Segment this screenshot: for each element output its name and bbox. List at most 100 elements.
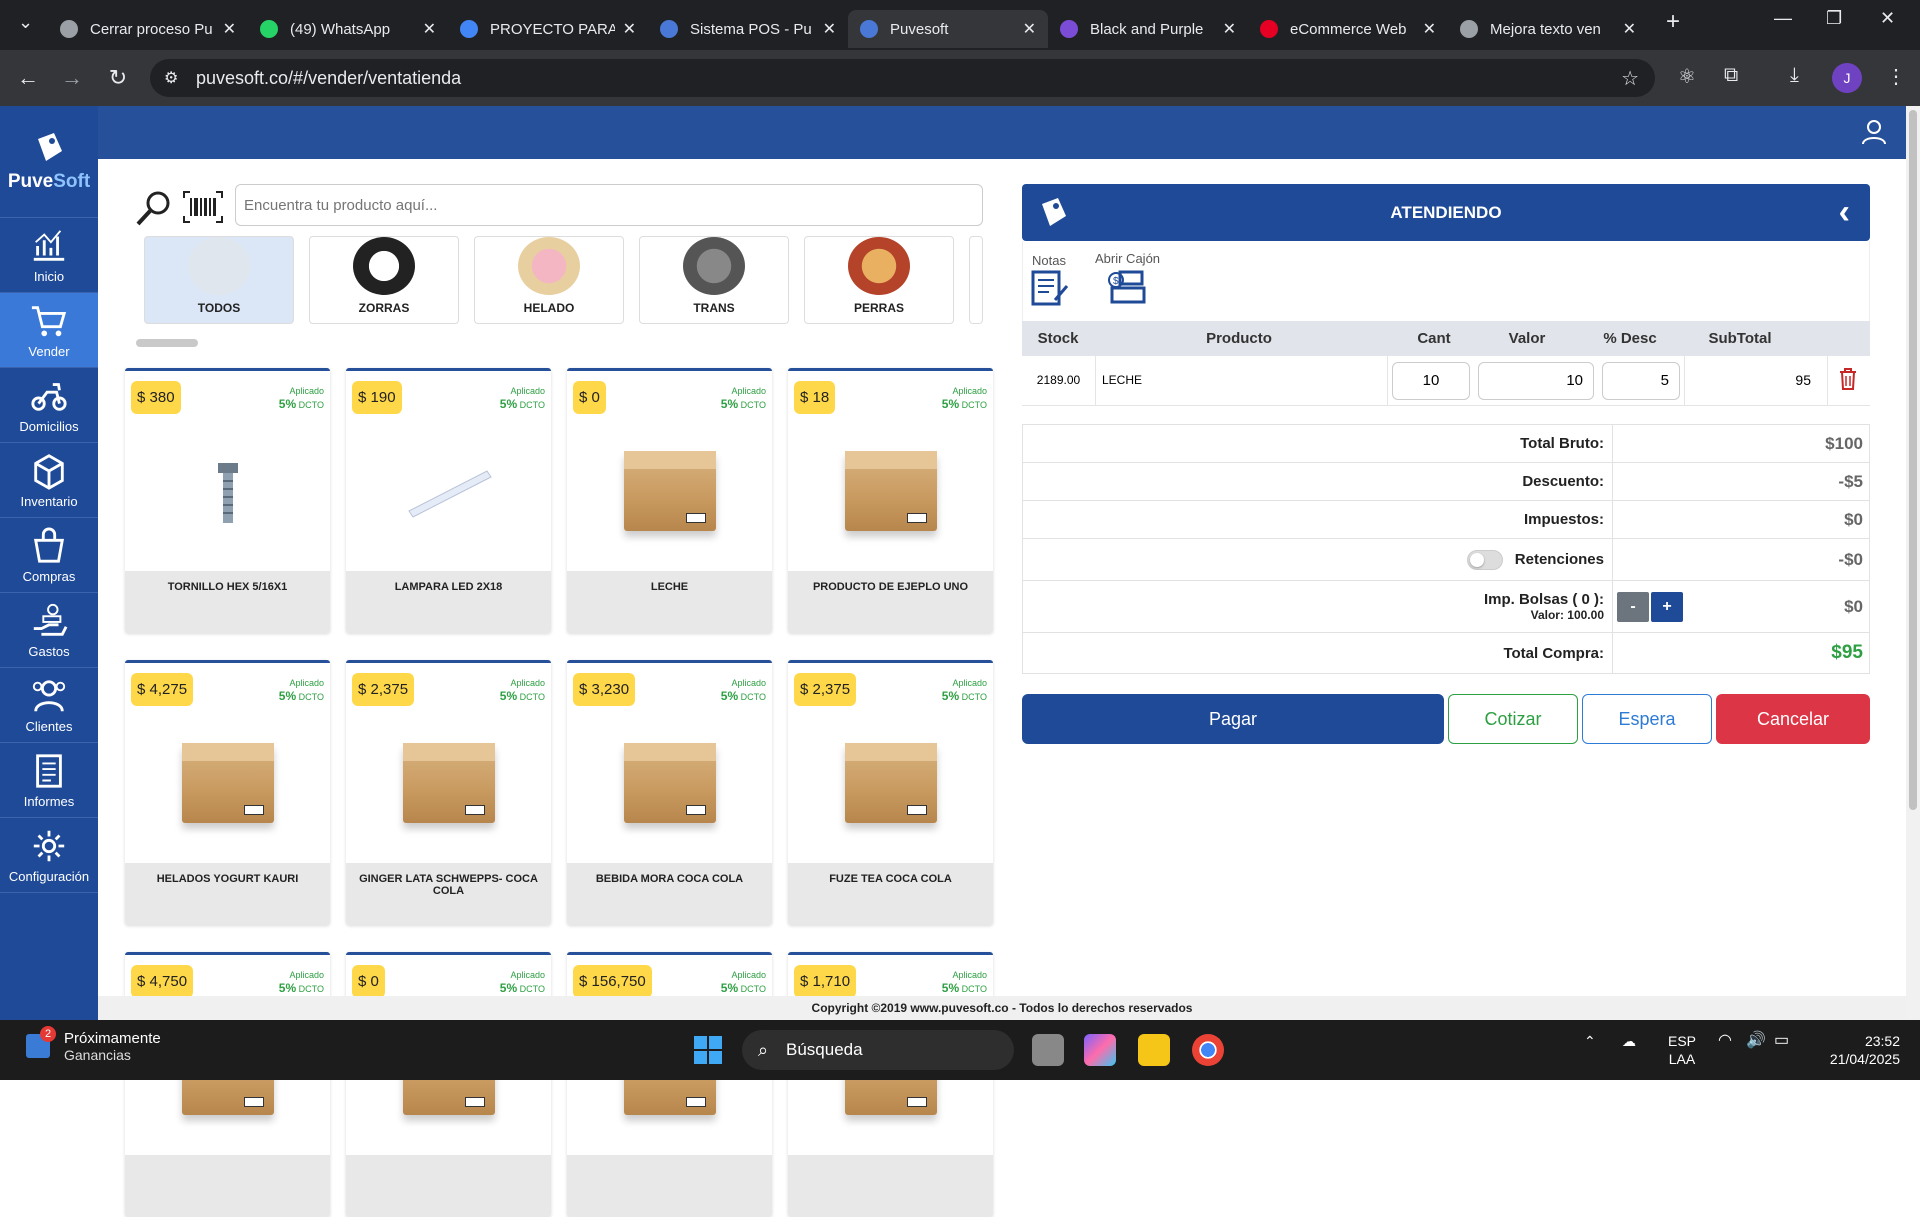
- category-scrollbar[interactable]: [136, 339, 198, 347]
- menu-dots-icon[interactable]: ⋮: [1886, 64, 1906, 89]
- sidebar-item-clientes[interactable]: Clientes: [0, 668, 98, 743]
- bags-minus-button[interactable]: -: [1617, 591, 1649, 622]
- open-drawer-button[interactable]: Abrir Cajón $: [1095, 251, 1160, 309]
- back-icon[interactable]: ←: [6, 65, 50, 91]
- product-card[interactable]: $ 4,750 Aplicado 5% DCTO: [125, 952, 330, 1217]
- forward-icon[interactable]: →: [50, 65, 94, 91]
- qty-input[interactable]: 10: [1392, 361, 1470, 400]
- product-card[interactable]: $ 1,710 Aplicado 5% DCTO: [788, 952, 993, 1217]
- product-card[interactable]: $ 4,275 Aplicado 5% DCTO HELADOS YOGURT KAU…: [125, 660, 330, 925]
- cloud-icon[interactable]: ☁: [1622, 1032, 1636, 1050]
- value-input[interactable]: 10: [1478, 361, 1594, 400]
- address-bar[interactable]: ⚙ puvesoft.co/#/vender/ventatienda ☆: [150, 59, 1655, 97]
- discount-input[interactable]: 5: [1602, 361, 1680, 400]
- extension-icon[interactable]: ⚛: [1678, 64, 1696, 89]
- minimize-icon[interactable]: —: [1774, 8, 1792, 29]
- close-icon[interactable]: ✕: [1623, 19, 1636, 39]
- close-icon[interactable]: ✕: [223, 19, 236, 39]
- sidebar-item-label: Inventario: [20, 493, 78, 509]
- close-icon[interactable]: ✕: [423, 19, 436, 39]
- product-search-input[interactable]: [235, 184, 983, 226]
- volume-icon[interactable]: 🔊: [1746, 1032, 1766, 1050]
- battery-icon[interactable]: ▭: [1774, 1032, 1789, 1050]
- browser-tab[interactable]: eCommerce Web ✕: [1248, 10, 1448, 48]
- product-card[interactable]: $ 18 Aplicado 5% DCTO PRODUCTO DE EJEPLO UN…: [788, 368, 993, 633]
- retention-toggle[interactable]: [1466, 549, 1503, 570]
- browser-tab[interactable]: Puvesoft ✕: [848, 10, 1048, 48]
- close-icon[interactable]: ✕: [1423, 19, 1436, 39]
- close-icon[interactable]: ✕: [623, 19, 636, 39]
- quote-button[interactable]: Cotizar: [1448, 694, 1578, 744]
- wifi-icon[interactable]: ◠: [1718, 1032, 1732, 1050]
- trash-icon[interactable]: [1828, 368, 1868, 393]
- category-perras[interactable]: PERRAS: [804, 236, 954, 324]
- clock-date: 21/04/2025: [1829, 1051, 1900, 1067]
- pay-button[interactable]: Pagar: [1022, 694, 1444, 744]
- category-todos[interactable]: TODOS: [144, 236, 294, 324]
- sidebar-item-domicilios[interactable]: Domicilios: [0, 368, 98, 443]
- chevron-left-icon[interactable]: ‹: [1839, 184, 1850, 241]
- file-explorer-icon[interactable]: [1138, 1034, 1170, 1066]
- browser-tab[interactable]: Mejora texto ven ✕: [1448, 10, 1648, 48]
- close-icon[interactable]: ✕: [1023, 19, 1036, 39]
- chrome-icon[interactable]: [1192, 1034, 1224, 1066]
- site-info-icon[interactable]: ⚙: [164, 68, 178, 88]
- product-card[interactable]: $ 2,375 Aplicado 5% DCTO GINGER LATA SCHWEP…: [346, 660, 551, 925]
- barcode-icon[interactable]: [182, 190, 224, 224]
- product-card[interactable]: $ 3,230 Aplicado 5% DCTO BEBIDA MORA COCA C…: [567, 660, 772, 925]
- cancel-button[interactable]: Cancelar: [1716, 694, 1870, 744]
- product-card[interactable]: $ 190 Aplicado 5% DCTO LAMPARA LED 2X18: [346, 368, 551, 633]
- bags-plus-button[interactable]: +: [1651, 591, 1683, 622]
- new-tab-icon[interactable]: +: [1666, 8, 1680, 36]
- language-indicator[interactable]: ESP LAA: [1668, 1032, 1696, 1068]
- category-partial[interactable]: [969, 236, 983, 324]
- reload-icon[interactable]: ↻: [96, 65, 140, 91]
- clock[interactable]: 23:52 21/04/2025: [1816, 1032, 1900, 1068]
- browser-tab[interactable]: Sistema POS - Pu ✕: [648, 10, 848, 48]
- sidebar-item-compras[interactable]: Compras: [0, 518, 98, 593]
- task-view-icon[interactable]: [1032, 1034, 1064, 1066]
- product-card[interactable]: $ 0 Aplicado 5% DCTO: [346, 952, 551, 1217]
- product-card[interactable]: $ 0 Aplicado 5% DCTO LECHE: [567, 368, 772, 633]
- extensions-puzzle-icon[interactable]: ⧉: [1724, 64, 1738, 87]
- page-scrollbar[interactable]: [1906, 106, 1920, 1020]
- user-icon[interactable]: [1860, 118, 1888, 146]
- sidebar-item-gastos[interactable]: Gastos: [0, 593, 98, 668]
- taskbar-search[interactable]: ⌕ Búsqueda: [742, 1030, 1014, 1070]
- browser-tab[interactable]: Cerrar proceso Pu ✕: [48, 10, 248, 48]
- browser-tab[interactable]: (49) WhatsApp ✕: [248, 10, 448, 48]
- category-zorras[interactable]: ZORRAS: [309, 236, 459, 324]
- category-image: [353, 237, 415, 295]
- category-helado[interactable]: HELADO: [474, 236, 624, 324]
- download-icon[interactable]: ⤓: [1790, 64, 1799, 87]
- sidebar-item-inicio[interactable]: Inicio: [0, 218, 98, 293]
- sidebar-item-vender[interactable]: Vender: [0, 293, 98, 368]
- magnifier-icon[interactable]: [134, 188, 174, 228]
- close-icon[interactable]: ✕: [1223, 19, 1236, 39]
- notes-button[interactable]: Notas: [1029, 253, 1069, 311]
- close-icon[interactable]: ✕: [823, 19, 836, 39]
- maximize-icon[interactable]: ❐: [1826, 8, 1842, 29]
- category-trans[interactable]: TRANS: [639, 236, 789, 324]
- sidebar-item-configuracin[interactable]: Configuración: [0, 818, 98, 893]
- profile-avatar[interactable]: J: [1832, 63, 1862, 93]
- product-card[interactable]: $ 156,750 Aplicado 5% DCTO: [567, 952, 772, 1217]
- window-close-icon[interactable]: ✕: [1880, 8, 1895, 29]
- sidebar-item-informes[interactable]: Informes: [0, 743, 98, 818]
- tab-search-icon[interactable]: ⌄: [18, 12, 33, 33]
- browser-tab[interactable]: Black and Purple ✕: [1048, 10, 1248, 48]
- bookmark-star-icon[interactable]: ☆: [1621, 66, 1639, 91]
- product-card[interactable]: $ 2,375 Aplicado 5% DCTO FUZE TEA COCA COLA: [788, 660, 993, 925]
- chevron-up-icon[interactable]: ⌃: [1584, 1032, 1596, 1050]
- widgets-button[interactable]: 2 Próximamente Ganancias: [26, 1026, 161, 1063]
- tab-favicon-icon: [660, 20, 678, 38]
- wait-button[interactable]: Espera: [1582, 694, 1712, 744]
- browser-tab[interactable]: PROYECTO PARA ✕: [448, 10, 648, 48]
- product-card[interactable]: $ 380 Aplicado 5% DCTO TORNILLO HEX 5/16X1: [125, 368, 330, 633]
- sidebar-item-inventario[interactable]: Inventario: [0, 443, 98, 518]
- windows-start-icon[interactable]: [694, 1036, 722, 1064]
- category-label: HELADO: [523, 301, 575, 315]
- price-badge: $ 18: [794, 381, 836, 414]
- logo[interactable]: PuveSoft: [0, 106, 98, 218]
- copilot-icon[interactable]: [1084, 1034, 1116, 1066]
